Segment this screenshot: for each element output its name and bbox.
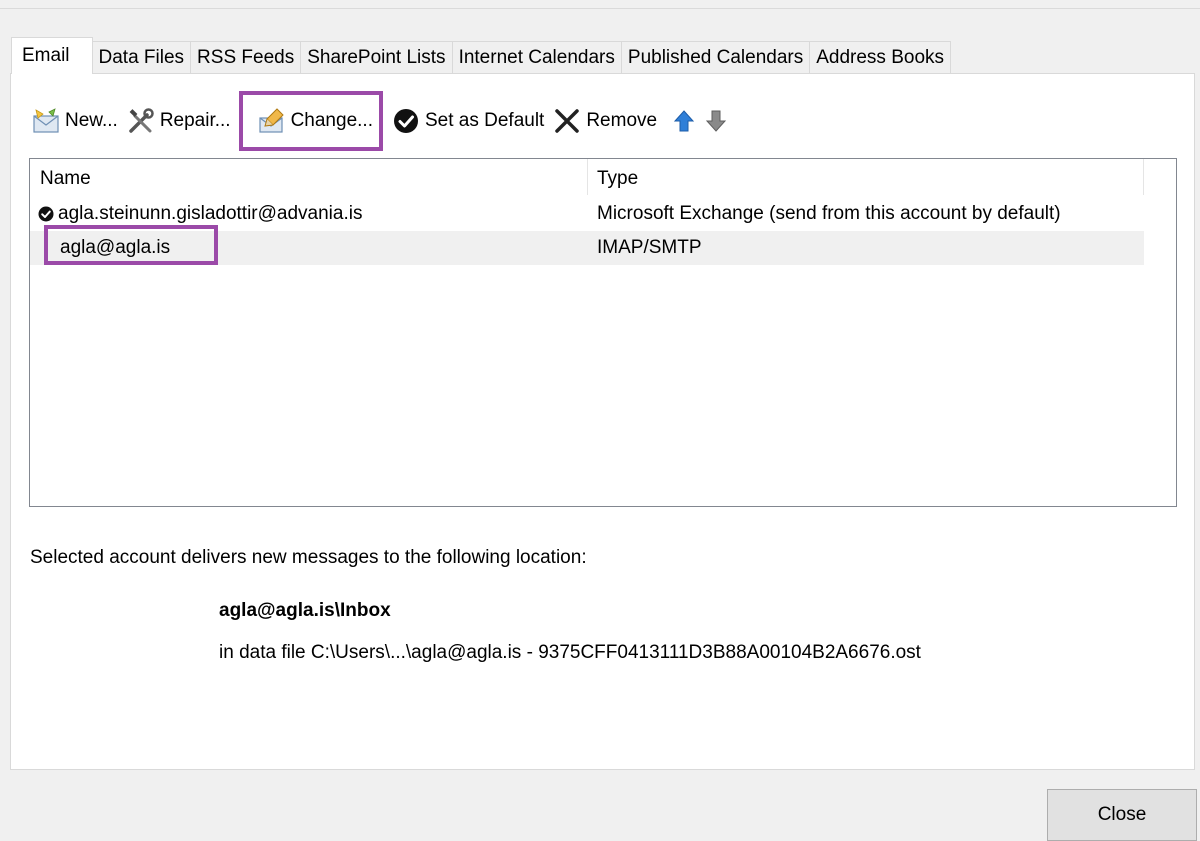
delivery-data-file: in data file C:\Users\...\agla@agla.is -…: [219, 642, 921, 663]
account-row-selected[interactable]: agla@agla.is IMAP/SMTP: [30, 225, 1144, 265]
repair-button-label: Repair...: [159, 110, 231, 131]
new-button[interactable]: New...: [31, 102, 118, 140]
account-type: IMAP/SMTP: [597, 237, 702, 258]
list-header: Name Type: [30, 159, 1144, 195]
change-button[interactable]: Change...: [238, 91, 383, 151]
delivery-folder-path: agla@agla.is\Inbox: [219, 600, 391, 621]
column-header-type[interactable]: Type: [597, 168, 638, 190]
new-mail-icon: [31, 106, 61, 136]
column-divider[interactable]: [587, 159, 588, 195]
top-divider: [0, 8, 1200, 9]
close-button[interactable]: Close: [1047, 789, 1197, 841]
remove-x-icon: [552, 106, 582, 136]
tab-internet-calendars[interactable]: Internet Calendars: [451, 41, 622, 74]
tab-data-files[interactable]: Data Files: [91, 41, 192, 74]
account-name-cell: agla@agla.is: [60, 237, 170, 259]
account-name-cell: agla.steinunn.gisladottir@advania.is: [38, 203, 362, 225]
tab-rss-feeds[interactable]: RSS Feeds: [190, 41, 302, 74]
column-divider[interactable]: [1143, 159, 1144, 195]
default-check-icon: [38, 206, 54, 222]
check-circle-icon: [391, 106, 421, 136]
remove-button[interactable]: Remove: [552, 102, 657, 140]
set-as-default-label: Set as Default: [424, 110, 545, 131]
account-name: agla@agla.is: [60, 237, 171, 258]
column-header-name[interactable]: Name: [40, 168, 91, 190]
tab-email[interactable]: Email: [11, 37, 93, 74]
change-account-icon: [257, 106, 287, 136]
change-button-label: Change...: [290, 110, 373, 131]
new-button-label: New...: [65, 110, 118, 131]
tab-address-books[interactable]: Address Books: [809, 41, 952, 74]
tab-sharepoint-lists[interactable]: SharePoint Lists: [300, 41, 453, 74]
set-as-default-button[interactable]: Set as Default: [391, 102, 544, 140]
account-toolbar: New... Repair... Change... Set as Defaul…: [31, 91, 729, 151]
repair-button[interactable]: Repair...: [126, 102, 231, 140]
email-accounts-panel: New... Repair... Change... Set as Defaul…: [10, 73, 1195, 770]
arrow-up-icon[interactable]: [671, 106, 697, 136]
account-list[interactable]: Name Type agla.steinunn.gisladottir@adva…: [29, 158, 1177, 507]
account-name: agla.steinunn.gisladottir@advania.is: [58, 203, 363, 224]
repair-tools-icon: [126, 106, 156, 136]
tab-strip: Email Data Files RSS Feeds SharePoint Li…: [11, 37, 952, 74]
remove-button-label: Remove: [586, 110, 658, 131]
tab-published-calendars[interactable]: Published Calendars: [620, 41, 811, 74]
delivery-description: Selected account delivers new messages t…: [30, 547, 587, 568]
account-type: Microsoft Exchange (send from this accou…: [597, 203, 1061, 224]
arrow-down-icon[interactable]: [703, 106, 729, 136]
